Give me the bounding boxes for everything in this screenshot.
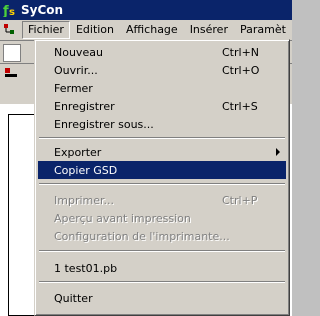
system-menu-icon[interactable] (2, 22, 18, 38)
menu-separator (39, 137, 285, 139)
submenu-arrow-icon (276, 148, 280, 156)
menu-item-exporter[interactable]: Exporter (38, 143, 286, 161)
svg-text:s: s (9, 7, 15, 17)
menu-item-copier-gsd[interactable]: Copier GSD (38, 161, 286, 179)
menu-item-nouveau[interactable]: Nouveau Ctrl+N (38, 43, 286, 61)
menu-item-apercu: Aperçu avant impression (54, 211, 191, 225)
menu-fichier[interactable]: Fichier (22, 21, 70, 39)
menu-item-fermer[interactable]: Fermer (38, 79, 286, 97)
menu-separator (39, 281, 285, 283)
menu-parametres[interactable]: Paramèt (234, 21, 292, 39)
menu-item-ouvrir[interactable]: Ouvrir... Ctrl+O (38, 61, 286, 79)
menu-item-configuration-imprimante: Configuration de l'imprimante... (54, 229, 230, 243)
menu-edition[interactable]: Edition (70, 21, 120, 39)
menu-item-quitter[interactable]: Quitter (38, 289, 286, 307)
menu-item-enregistrer-sous[interactable]: Enregistrer sous... (38, 115, 286, 133)
menu-item-recent-file[interactable]: 1 test01.pb (38, 259, 286, 277)
menu-item-imprimer: Imprimer... Ctrl+P (54, 193, 258, 207)
menu-inserer[interactable]: Insérer (184, 21, 234, 39)
menu-affichage[interactable]: Affichage (120, 21, 184, 39)
title-bar: ƒ s SyCon (0, 0, 292, 20)
new-document-icon[interactable] (3, 44, 21, 62)
network-tool-icon[interactable] (4, 66, 18, 80)
menu-separator (39, 250, 285, 252)
menu-separator (39, 183, 285, 185)
window-title: SyCon (21, 3, 64, 17)
menu-bar: Fichier Edition Affichage Insérer Paramè… (0, 20, 292, 41)
fichier-dropdown-menu: Nouveau Ctrl+N Ouvrir... Ctrl+O Fermer E… (34, 39, 290, 316)
sycon-logo-icon: ƒ s (3, 3, 17, 17)
menu-item-enregistrer[interactable]: Enregistrer Ctrl+S (38, 97, 286, 115)
